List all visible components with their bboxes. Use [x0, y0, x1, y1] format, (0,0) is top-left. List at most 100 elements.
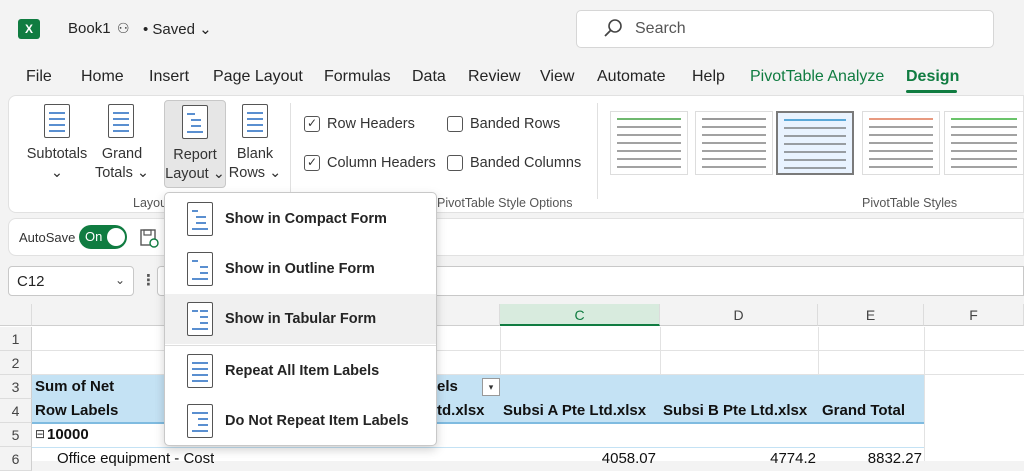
pivot-column-labels[interactable]: els: [437, 375, 458, 399]
row-item-label[interactable]: 10000: [47, 423, 89, 447]
style-thumb-row: [869, 142, 933, 144]
pivot-sum-label[interactable]: Sum of Net: [35, 375, 114, 399]
gridline: [500, 327, 501, 375]
toggle-knob: [107, 228, 125, 246]
menu-data[interactable]: Data: [412, 68, 446, 86]
menu-item-repeat-labels[interactable]: Repeat All Item Labels: [165, 346, 436, 396]
row-header-2[interactable]: 2: [0, 351, 32, 375]
pivot-style-thumb-green[interactable]: [610, 111, 688, 175]
menu-automate[interactable]: Automate: [597, 68, 665, 86]
style-thumb-row: [951, 126, 1017, 128]
column-header-c[interactable]: C: [500, 304, 660, 326]
pivot-style-thumb-orange[interactable]: [862, 111, 940, 175]
pivot-style-thumb-green2[interactable]: [944, 111, 1024, 175]
select-all-corner[interactable]: [0, 304, 32, 326]
column-header-cell[interactable]: Subsi A Pte Ltd.xlsx: [503, 399, 646, 423]
style-thumb-row: [951, 158, 1017, 160]
row-item-label[interactable]: Office equipment - Cost: [57, 447, 214, 471]
blank-rows-button[interactable]: Blank Rows ⌄: [228, 104, 282, 184]
menu-review[interactable]: Review: [468, 68, 520, 86]
ribbon-separator: [597, 103, 598, 199]
menu-item-outline-form[interactable]: Show in Outline Form: [165, 244, 436, 294]
subtotals-button[interactable]: Subtotals ⌄: [24, 104, 90, 184]
style-thumb-row: [617, 142, 681, 144]
filter-dropdown-icon[interactable]: ▾: [482, 378, 500, 396]
value-cell[interactable]: 4774.2: [720, 447, 816, 471]
document-title[interactable]: Book1: [68, 20, 111, 37]
subtotals-icon: [44, 104, 70, 138]
column-header-cell[interactable]: td.xlsx: [437, 399, 485, 423]
row-headers-checkbox[interactable]: ✓: [304, 116, 320, 132]
ribbon-separator: [290, 103, 291, 199]
style-thumb-row: [702, 118, 766, 120]
menu-help[interactable]: Help: [692, 68, 725, 86]
style-thumb-row: [869, 158, 933, 160]
menu-home[interactable]: Home: [81, 68, 124, 86]
menu-insert[interactable]: Insert: [149, 68, 189, 86]
style-options-group-label: PivotTable Style Options: [437, 196, 573, 210]
value-cell[interactable]: 4058.07: [560, 447, 656, 471]
do-not-repeat-labels-icon: [187, 404, 213, 438]
banded-columns-checkbox[interactable]: [447, 155, 463, 171]
grand-totals-button[interactable]: Grand Totals ⌄: [94, 104, 150, 184]
value-cell[interactable]: 8832.27: [826, 447, 922, 471]
report-layout-button[interactable]: Report Layout ⌄: [164, 100, 226, 188]
more-options-icon[interactable]: ⋮: [141, 271, 156, 289]
style-thumb-row: [702, 158, 766, 160]
blank-rows-icon: [242, 104, 268, 138]
style-thumb-row: [702, 150, 766, 152]
search-icon: [604, 19, 622, 37]
style-thumb-row: [951, 166, 1017, 168]
active-tab-indicator: [906, 90, 957, 93]
name-box[interactable]: C12 ⌄: [8, 266, 134, 296]
search-placeholder: Search: [635, 20, 686, 37]
excel-logo-icon: X: [18, 19, 40, 39]
menu-item-do-not-repeat-labels[interactable]: Do Not Repeat Item Labels: [165, 396, 436, 446]
pivot-style-thumb-blue[interactable]: [776, 111, 854, 175]
style-thumb-row: [617, 150, 681, 152]
menu-page-layout[interactable]: Page Layout: [213, 68, 303, 86]
report-layout-icon: [182, 105, 208, 139]
autosave-toggle[interactable]: On: [79, 225, 127, 249]
search-box[interactable]: Search: [576, 10, 994, 48]
style-thumb-row: [951, 134, 1017, 136]
menu-formulas[interactable]: Formulas: [324, 68, 391, 86]
quick-access-bar: AutoSave On: [8, 218, 1024, 256]
column-headers-label: Column Headers: [327, 155, 436, 171]
style-thumb-row: [617, 118, 681, 120]
collapse-icon[interactable]: ⊟: [35, 427, 45, 441]
gridline: [818, 327, 819, 375]
column-header-f[interactable]: F: [924, 304, 1024, 326]
style-thumb-row: [869, 126, 933, 128]
spreadsheet-grid[interactable]: C D E F 1 2 3 4 5 6 Sum of Net els ▾ Row…: [0, 304, 1024, 471]
column-header-cell[interactable]: Subsi B Pte Ltd.xlsx: [663, 399, 807, 423]
menu-design[interactable]: Design: [906, 68, 959, 86]
column-header-cell[interactable]: Grand Total: [822, 399, 905, 423]
style-thumb-row: [617, 134, 681, 136]
banded-rows-checkbox[interactable]: [447, 116, 463, 132]
menu-file[interactable]: File: [26, 68, 52, 86]
column-header-d[interactable]: D: [660, 304, 818, 326]
style-thumb-row: [869, 134, 933, 136]
style-thumb-row: [784, 151, 846, 153]
row-header-5[interactable]: 5: [0, 423, 32, 447]
save-icon[interactable]: [139, 228, 159, 248]
style-thumb-row: [702, 166, 766, 168]
chevron-down-icon: ⌄: [115, 273, 126, 287]
menu-view[interactable]: View: [540, 68, 574, 86]
pivot-style-thumb-gray[interactable]: [695, 111, 773, 175]
column-headers-checkbox[interactable]: ✓: [304, 155, 320, 171]
style-thumb-row: [869, 118, 933, 120]
pivot-row-labels[interactable]: Row Labels: [35, 399, 118, 423]
menu-item-tabular-form[interactable]: Show in Tabular Form: [165, 294, 436, 344]
row-header-4[interactable]: 4: [0, 399, 32, 423]
gridline: [660, 327, 661, 375]
save-status[interactable]: • Saved ⌄: [143, 20, 212, 38]
menu-item-compact-form[interactable]: Show in Compact Form: [165, 194, 436, 244]
compact-form-icon: [187, 202, 213, 236]
row-header-1[interactable]: 1: [0, 327, 32, 351]
column-header-e[interactable]: E: [818, 304, 924, 326]
menu-pivottable-analyze[interactable]: PivotTable Analyze: [750, 68, 884, 86]
row-header-6[interactable]: 6: [0, 447, 32, 471]
row-header-3[interactable]: 3: [0, 375, 32, 399]
